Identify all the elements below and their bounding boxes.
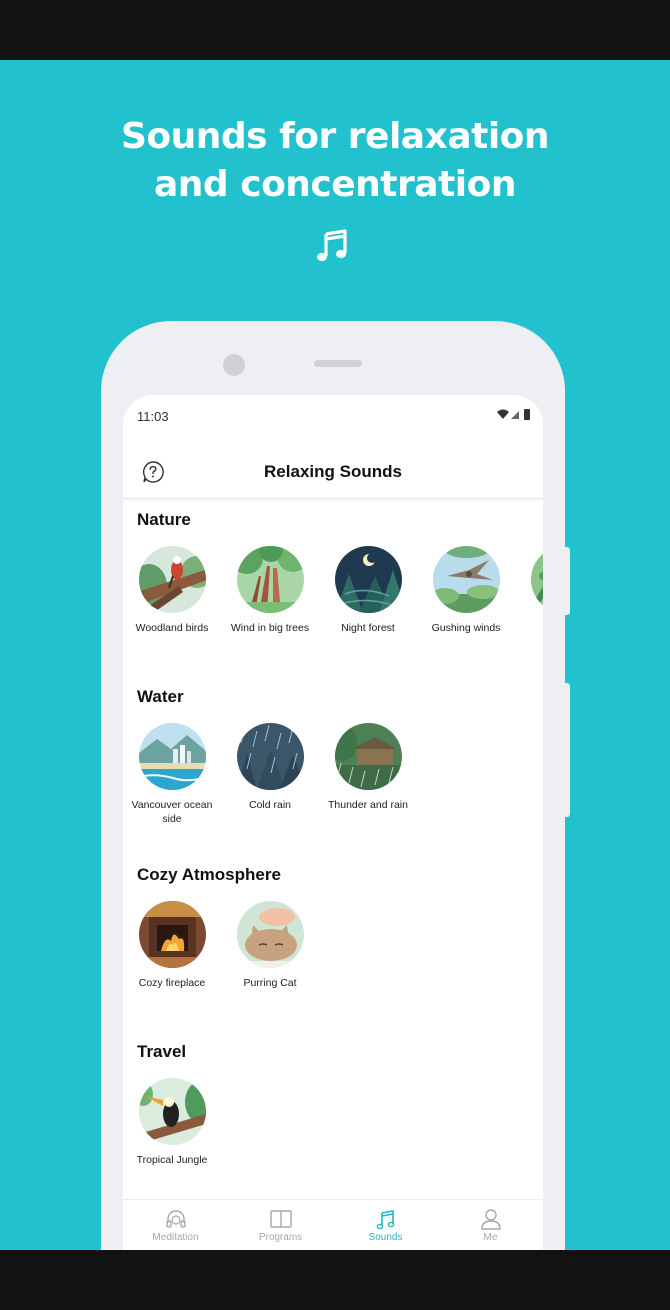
- sound-row: Vancouver ocean side Cold rain Thunder a…: [123, 723, 543, 843]
- status-icons: [497, 409, 530, 420]
- tab-sounds[interactable]: Sounds: [333, 1200, 438, 1250]
- sound-label: Night forest: [341, 622, 395, 634]
- sound-item-purring-cat[interactable]: Purring Cat: [221, 901, 319, 990]
- sound-item-wind-in-big-trees[interactable]: Wind in big trees: [221, 546, 319, 635]
- sound-row: Woodland birds Wind in big trees Night f…: [123, 546, 543, 666]
- tab-label: Sounds: [368, 1232, 403, 1243]
- signal-icon: [511, 411, 519, 419]
- sound-label: Wind in big trees: [230, 622, 310, 634]
- section-title: Water: [137, 687, 184, 706]
- promo-background: Sounds for relaxation and concentration …: [0, 60, 670, 1250]
- toucan-icon: [138, 1078, 206, 1145]
- top-black-bar: [0, 0, 670, 60]
- status-bar: 11:03: [123, 395, 543, 439]
- sound-row: Tropical Jungle: [123, 1078, 543, 1198]
- tab-me[interactable]: Me: [438, 1200, 543, 1250]
- sound-item-cozy-fireplace[interactable]: Cozy fireplace: [123, 901, 221, 990]
- headline-line-2: and concentration: [154, 164, 516, 205]
- sound-item-night-forest[interactable]: Night forest: [319, 546, 417, 635]
- headphones-icon: [165, 1210, 186, 1228]
- phone-speaker: [314, 360, 362, 367]
- phone-frame: 11:03 Relaxing Sounds Nature Woodland bi…: [101, 321, 570, 1250]
- section-title: Nature: [137, 510, 191, 529]
- rain-icon: [334, 723, 402, 790]
- sound-item-cold-rain[interactable]: Cold rain: [221, 723, 319, 812]
- sound-item-woodland-birds[interactable]: Woodland birds: [123, 546, 221, 635]
- bird-icon: [432, 546, 500, 613]
- sound-item-tropical-jungle[interactable]: Tropical Jungle: [123, 1078, 221, 1167]
- sound-row: Cozy fireplace Purring Cat: [123, 901, 543, 1021]
- cat-icon: [236, 901, 304, 968]
- tab-label: Meditation: [152, 1232, 199, 1243]
- tab-meditation[interactable]: Meditation: [123, 1200, 228, 1250]
- page-title: Relaxing Sounds: [264, 462, 402, 481]
- sound-label: Gushing winds: [431, 622, 501, 634]
- city-icon: [138, 723, 206, 790]
- fireplace-icon: [138, 901, 206, 968]
- rain-icon: [236, 723, 304, 790]
- sound-label: Woodland birds: [135, 622, 209, 634]
- bird-icon: [138, 546, 206, 613]
- bottom-black-bar: [0, 1250, 670, 1310]
- moon-icon: [334, 546, 402, 613]
- tab-programs[interactable]: Programs: [228, 1200, 333, 1250]
- sound-label: Vancouver ocean side: [131, 799, 213, 825]
- phone-screen: 11:03 Relaxing Sounds Nature Woodland bi…: [123, 395, 543, 1250]
- sound-item-vancouver-ocean-side[interactable]: Vancouver ocean side: [123, 723, 221, 826]
- tree-icon: [236, 546, 304, 613]
- tab-label: Me: [483, 1232, 498, 1243]
- section-title: Travel: [137, 1042, 187, 1061]
- user-icon: [480, 1209, 501, 1230]
- sound-label: Tropical Jungle: [136, 1154, 208, 1166]
- sounds-list: Nature Woodland birds Wind in big trees …: [123, 500, 543, 1198]
- leaf-icon: [530, 546, 543, 613]
- headline-line-1: Sounds for relaxation: [120, 116, 550, 157]
- phone-camera: [223, 354, 245, 376]
- tab-label: Programs: [258, 1232, 303, 1243]
- promo-headline: Sounds for relaxation and concentration: [0, 113, 670, 209]
- book-icon: [269, 1210, 292, 1228]
- phone-power-button: [565, 683, 570, 817]
- phone-volume-button: [565, 547, 570, 615]
- sound-label: Cold rain: [248, 799, 292, 811]
- sound-item-thunder-and-rain[interactable]: Thunder and rain: [319, 723, 417, 812]
- wifi-icon: [497, 409, 509, 419]
- sound-item-gushing-winds[interactable]: Gushing winds: [417, 546, 515, 635]
- bottom-tab-bar: Meditation Programs Sounds Me: [123, 1199, 543, 1250]
- status-time: 11:03: [137, 409, 169, 424]
- app-header: Relaxing Sounds: [123, 439, 543, 499]
- music-note-icon: [376, 1210, 394, 1230]
- sound-label: Thunder and rain: [328, 799, 408, 811]
- sound-label: Purring Cat: [243, 977, 297, 989]
- sound-label: Cozy fireplace: [138, 977, 206, 989]
- sound-label: In: [515, 621, 543, 635]
- music-note-icon: [317, 229, 347, 261]
- section-title: Cozy Atmosphere: [137, 865, 281, 884]
- sound-item-partial[interactable]: In: [515, 546, 543, 635]
- battery-icon: [524, 409, 530, 420]
